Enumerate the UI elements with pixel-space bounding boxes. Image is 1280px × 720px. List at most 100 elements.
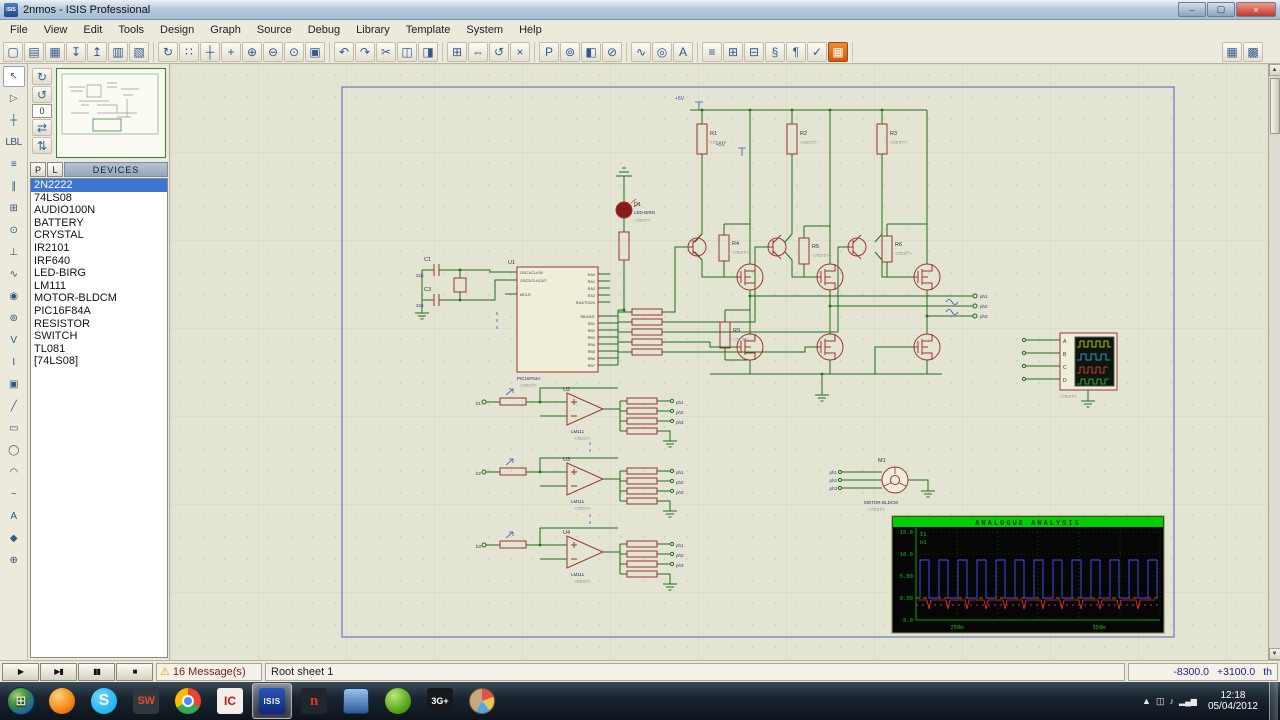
device-list-item[interactable]: [74LS08] (31, 355, 167, 368)
device-list-item[interactable]: SWITCH (31, 330, 167, 343)
device-list-item[interactable]: LM111 (31, 280, 167, 293)
new-sheet-icon[interactable]: ⊞ (723, 42, 743, 62)
marker-mode-icon[interactable]: ⊕ (3, 550, 25, 571)
taskbar-item-solidworks[interactable]: SW (126, 683, 166, 719)
subcircuit-mode-icon[interactable]: ⊞ (3, 198, 25, 219)
paste-icon[interactable]: ◨ (418, 42, 438, 62)
undo-icon[interactable]: ↶ (334, 42, 354, 62)
taskbar-item-ic[interactable]: IC (210, 683, 250, 719)
taskbar-item-firefox[interactable] (42, 683, 82, 719)
center-at-cursor-icon[interactable]: + (221, 42, 241, 62)
import-section-icon[interactable]: ↧ (66, 42, 86, 62)
export-section-icon[interactable]: ↥ (87, 42, 107, 62)
scroll-up-icon[interactable]: ▲ (1269, 64, 1280, 76)
text-script-mode-icon[interactable]: ≡ (3, 154, 25, 175)
terminals-mode-icon[interactable]: ⊙ (3, 220, 25, 241)
property-assignment-icon[interactable]: A (673, 42, 693, 62)
wire-label-mode-icon[interactable]: LBL (3, 132, 25, 153)
pick-device-button[interactable]: P (30, 162, 46, 177)
goto-sheet-icon[interactable]: § (765, 42, 785, 62)
2d-path-mode-icon[interactable]: ~ (3, 484, 25, 505)
netlist-to-ares-icon[interactable]: ▦ (828, 42, 848, 62)
block-move-icon[interactable]: ⇔ (468, 42, 488, 62)
device-list-item[interactable]: PIC16F84A (31, 305, 167, 318)
block-delete-icon[interactable]: × (510, 42, 530, 62)
taskbar-item-chrome[interactable] (168, 683, 208, 719)
device-pins-mode-icon[interactable]: ⊥ (3, 242, 25, 263)
selection-mode-icon[interactable]: ↖ (3, 66, 25, 87)
device-list-item[interactable]: 2N2222 (31, 179, 167, 192)
cascade-windows-icon[interactable]: ▩ (1243, 42, 1263, 62)
mirror-vertical-icon[interactable]: ⇅ (32, 137, 52, 154)
network-icon[interactable]: ▂▄▆ (1179, 697, 1197, 706)
pause-button[interactable]: ▮▮ (78, 663, 115, 681)
minimize-button[interactable]: – (1178, 2, 1206, 17)
menu-item[interactable]: View (36, 22, 76, 38)
redraw-icon[interactable]: ↻ (158, 42, 178, 62)
overview-minimap[interactable] (56, 68, 166, 158)
packaging-tool-icon[interactable]: ◧ (581, 42, 601, 62)
close-button[interactable]: × (1236, 2, 1276, 17)
menu-item[interactable]: Source (249, 22, 300, 38)
volume-icon[interactable]: ♪ (1169, 696, 1174, 706)
junction-dot-mode-icon[interactable]: ┼ (3, 110, 25, 131)
analysis-graph[interactable]: ANALOGUE ANALYSIS 15.0 10.0 5.00 0.00 -5… (892, 516, 1164, 633)
show-desktop-button[interactable] (1269, 682, 1278, 720)
device-list-item[interactable]: CRYSTAL (31, 229, 167, 242)
device-list-item[interactable]: IRF640 (31, 255, 167, 268)
scroll-thumb[interactable] (1270, 78, 1280, 134)
menu-item[interactable]: Edit (75, 22, 110, 38)
menu-item[interactable]: Tools (110, 22, 152, 38)
false-origin-icon[interactable]: ┼ (200, 42, 220, 62)
taskbar-item-isis[interactable]: ISIS (252, 683, 292, 719)
schematic-sheet[interactable]: +5V +5V R1 R2 R3 R4 R5 R6 R9 D1 LED-BIRG… (170, 64, 1268, 660)
rotate-clockwise-icon[interactable]: ↻ (32, 68, 52, 85)
tray-expand-icon[interactable]: ▲ (1142, 696, 1151, 706)
taskbar-item-paint[interactable] (462, 683, 502, 719)
message-counter[interactable]: ⚠ 16 Message(s) (156, 663, 262, 681)
zoom-in-icon[interactable]: ⊕ (242, 42, 262, 62)
2d-symbol-mode-icon[interactable]: ◆ (3, 528, 25, 549)
print-icon[interactable]: ▥ (108, 42, 128, 62)
play-button[interactable]: ▶ (2, 663, 39, 681)
wire-autorouter-icon[interactable]: ∿ (631, 42, 651, 62)
search-tag-icon[interactable]: ◎ (652, 42, 672, 62)
cut-icon[interactable]: ✂ (376, 42, 396, 62)
menu-item[interactable]: Debug (300, 22, 348, 38)
block-rotate-icon[interactable]: ↺ (489, 42, 509, 62)
stop-button[interactable]: ■ (116, 663, 153, 681)
2d-line-mode-icon[interactable]: ╱ (3, 396, 25, 417)
design-explorer-icon[interactable]: ≡ (702, 42, 722, 62)
zoom-all-icon[interactable]: ⊙ (284, 42, 304, 62)
mirror-horizontal-icon[interactable]: ⇄ (32, 119, 52, 136)
electrical-rule-check-icon[interactable]: ✓ (807, 42, 827, 62)
decompose-icon[interactable]: ⊘ (602, 42, 622, 62)
taskbar-item-media[interactable] (336, 683, 376, 719)
menu-item[interactable]: Help (511, 22, 550, 38)
component-mode-icon[interactable]: ▷ (3, 88, 25, 109)
device-list-item[interactable]: BATTERY (31, 217, 167, 230)
rotate-anticlockwise-icon[interactable]: ↺ (32, 86, 52, 103)
schematic-canvas[interactable]: +5V +5V R1 R2 R3 R4 R5 R6 R9 D1 LED-BIRG… (170, 64, 1268, 660)
virtual-instruments-mode-icon[interactable]: ▣ (3, 374, 25, 395)
device-list-item[interactable]: MOTOR-BLDCM (31, 292, 167, 305)
tape-recorder-mode-icon[interactable]: ◉ (3, 286, 25, 307)
tray-app-icon[interactable]: ◫ (1156, 696, 1165, 707)
2d-circle-mode-icon[interactable]: ◯ (3, 440, 25, 461)
menu-item[interactable]: Template (398, 22, 459, 38)
graph-mode-icon[interactable]: ∿ (3, 264, 25, 285)
bill-of-materials-icon[interactable]: ¶ (786, 42, 806, 62)
menu-item[interactable]: Design (152, 22, 202, 38)
library-manager-button[interactable]: L (47, 162, 63, 177)
taskbar-item-skype[interactable]: S (84, 683, 124, 719)
2d-text-mode-icon[interactable]: A (3, 506, 25, 527)
menu-item[interactable]: File (2, 22, 36, 38)
zoom-area-icon[interactable]: ▣ (305, 42, 325, 62)
2d-arc-mode-icon[interactable]: ◠ (3, 462, 25, 483)
maximize-button[interactable]: ▢ (1207, 2, 1235, 17)
current-probe-mode-icon[interactable]: I (3, 352, 25, 373)
buses-mode-icon[interactable]: ∥ (3, 176, 25, 197)
menu-item[interactable]: System (458, 22, 511, 38)
device-list-item[interactable]: TL081 (31, 343, 167, 356)
taskbar-item-green-app[interactable] (378, 683, 418, 719)
